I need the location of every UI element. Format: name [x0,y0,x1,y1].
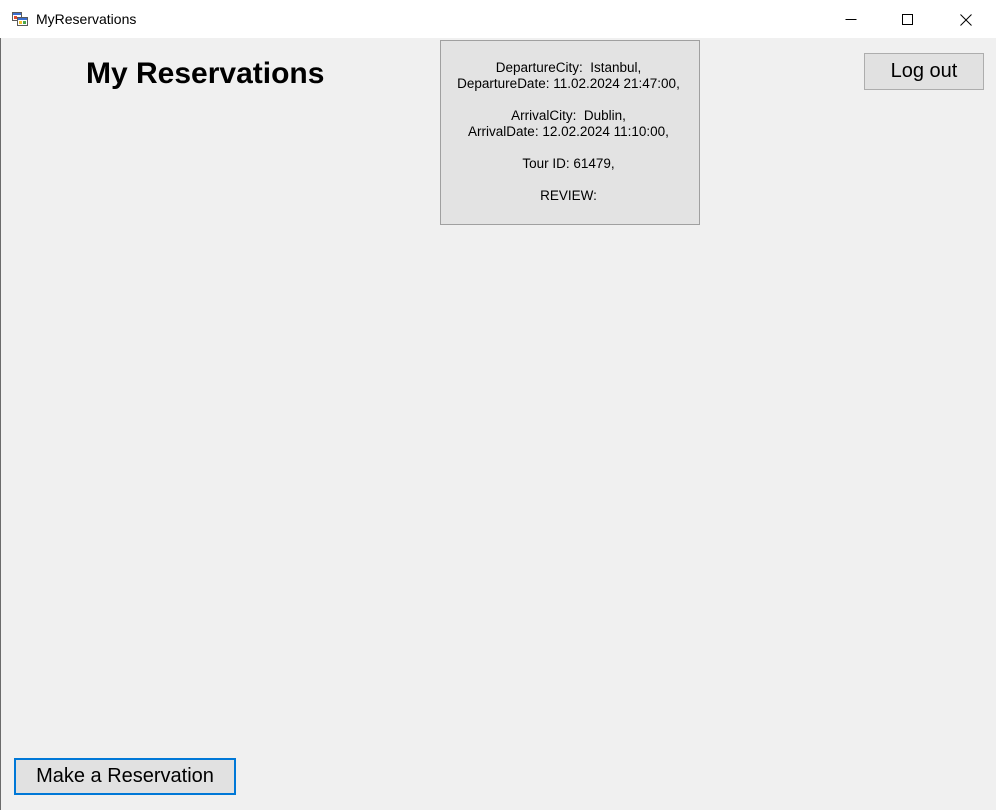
arrival-city: ArrivalCity: Dublin, [511,108,626,123]
departure-city: DepartureCity: Istanbul, [495,60,642,75]
make-reservation-button[interactable]: Make a Reservation [14,758,236,795]
app-icon[interactable] [12,11,28,27]
line-spacer [441,140,696,156]
reservation-card[interactable]: DepartureCity: Istanbul, DepartureDate: … [440,40,700,225]
maximize-button[interactable] [879,0,937,38]
minimize-icon [845,19,857,20]
page-title: My Reservations [86,57,325,90]
close-button[interactable] [937,0,995,38]
logout-button[interactable]: Log out [864,53,984,90]
title-bar[interactable]: MyReservations [0,0,996,38]
review: REVIEW: [540,188,597,203]
minimize-button[interactable] [821,0,879,38]
my-reservations-window: MyReservations My Reservations Departure… [0,0,996,810]
window-border [0,38,1,810]
close-icon [960,14,972,26]
departure-date: DepartureDate: 11.02.2024 21:47:00, [457,76,680,91]
maximize-icon [902,14,913,25]
line-spacer [441,172,696,188]
tour-id: Tour ID: 61479, [522,156,615,171]
window-title: MyReservations [36,11,137,27]
arrival-date: ArrivalDate: 12.02.2024 11:10:00, [468,124,669,139]
line-spacer [441,92,696,108]
